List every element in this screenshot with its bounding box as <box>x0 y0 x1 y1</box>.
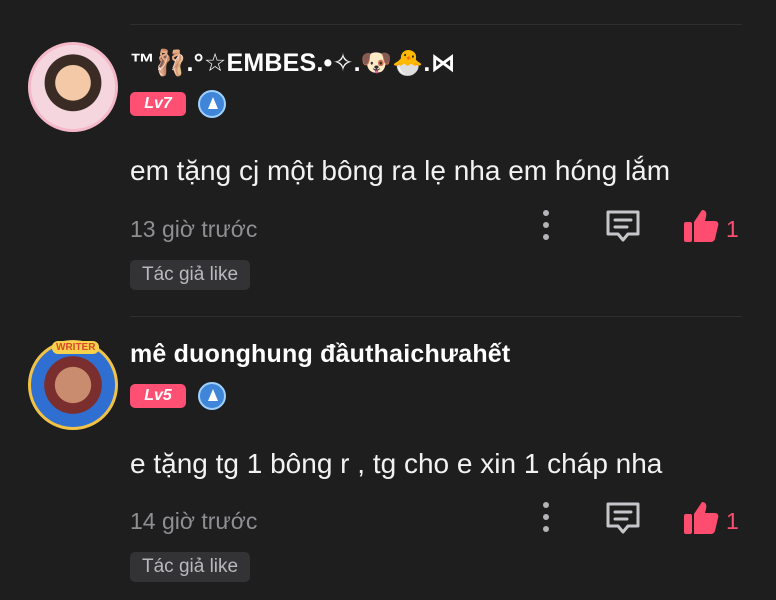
comment-time: 14 giờ trước <box>130 508 258 534</box>
comment-item: WRITER mê duonghung đầuthaichưahết Lv5 e… <box>0 0 776 582</box>
level-badge: Lv5 <box>130 384 186 408</box>
more-vertical-icon[interactable] <box>538 502 554 536</box>
thumbs-up-icon[interactable] <box>682 500 720 536</box>
like-count: 1 <box>726 508 739 534</box>
comment-divider <box>130 316 742 317</box>
writer-badge: WRITER <box>52 341 100 354</box>
username[interactable]: mê duonghung đầuthaichưahết <box>130 340 510 369</box>
reply-comment-icon[interactable] <box>604 500 642 536</box>
author-liked-tag: Tác giả like <box>130 552 251 582</box>
medal-icon <box>198 382 226 410</box>
comment-text: e tặng tg 1 bông r , tg cho e xin 1 cháp… <box>130 448 663 479</box>
